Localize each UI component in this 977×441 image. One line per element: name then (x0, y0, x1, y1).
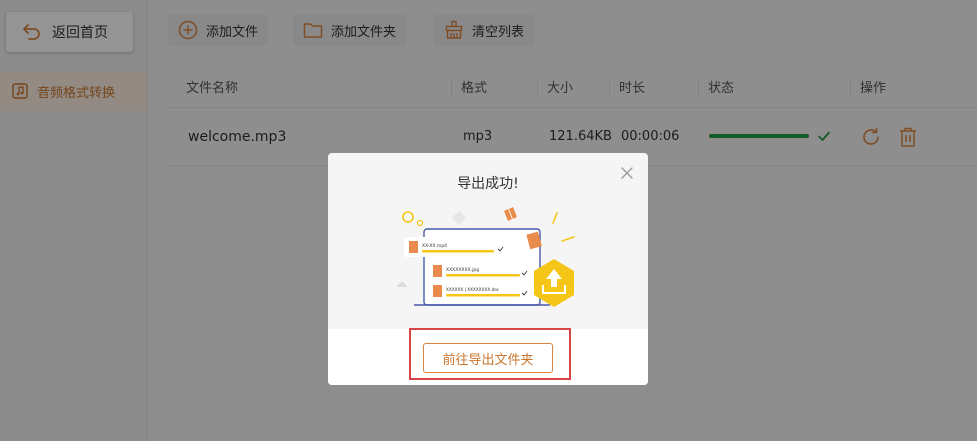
deco-circle-icon (416, 219, 424, 227)
export-success-illustration: XX-XX.mp4 XXXXXXXX.jpg XXXXXX | XXXXXXXX… (396, 207, 575, 307)
deco-spark-icon (561, 236, 575, 242)
document-icon (409, 241, 418, 253)
deco-papers-icon (504, 207, 517, 221)
document-icon (433, 265, 442, 277)
document-icon (433, 285, 442, 297)
deco-circle-icon (402, 211, 414, 223)
file-card (404, 237, 506, 257)
illus-file-name: XX-XX.mp4 (422, 243, 447, 249)
file-progress (446, 294, 520, 297)
deco-diamond-icon (451, 210, 467, 226)
file-progress (446, 274, 520, 277)
illus-file-name: XXXXXX | XXXXXXXX.doc (446, 287, 500, 292)
illus-file-name: XXXXXXXX.jpg (446, 267, 479, 273)
highlight-annotation (409, 328, 571, 380)
deco-spark-icon (552, 212, 558, 224)
modal-title: 导出成功! (457, 176, 519, 192)
close-icon[interactable] (619, 165, 635, 181)
deco-triangle-icon (396, 281, 408, 287)
file-progress (422, 250, 494, 253)
